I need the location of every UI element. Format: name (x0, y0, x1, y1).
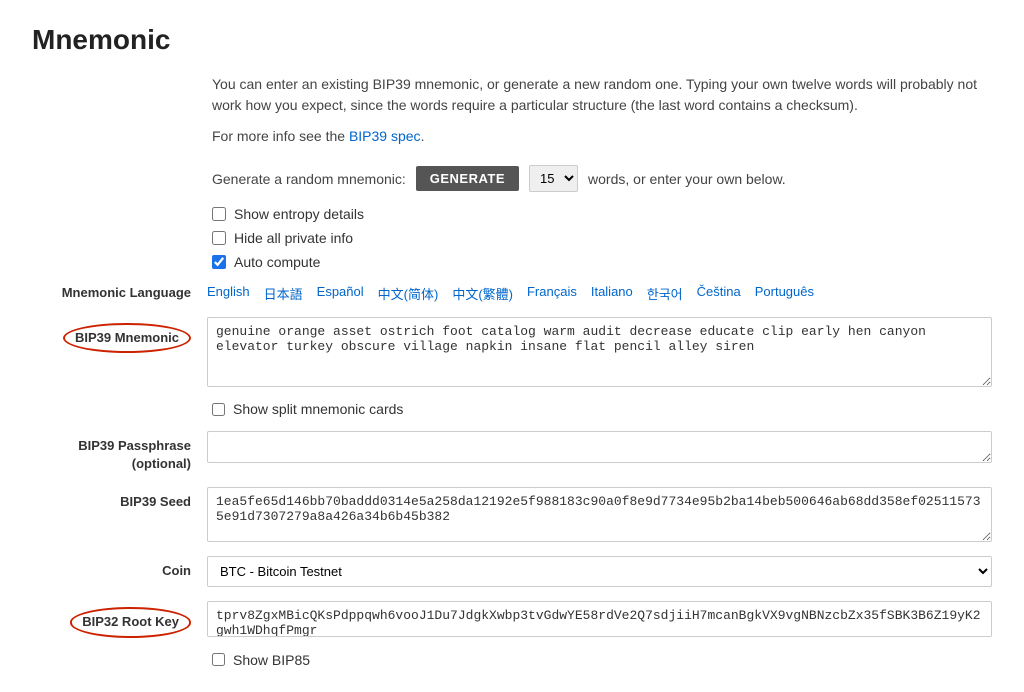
bip32-root-key-label: BIP32 Root Key (70, 607, 191, 637)
show-bip85-label[interactable]: Show BIP85 (233, 652, 310, 668)
bip39-passphrase-label: BIP39 Passphrase (78, 437, 191, 455)
coin-row: Coin BTC - Bitcoin Testnet (32, 556, 992, 587)
description-para2: For more info see the BIP39 spec. (212, 126, 992, 147)
lang-chinese-simplified[interactable]: 中文(简体) (378, 284, 439, 303)
show-entropy-checkbox[interactable] (212, 207, 226, 221)
language-links: English 日本語 Español 中文(简体) 中文(繁體) França… (207, 284, 814, 303)
auto-compute-checkbox[interactable] (212, 255, 226, 269)
bip39-mnemonic-row: BIP39 Mnemonic (32, 317, 992, 387)
words-after-label: words, or enter your own below. (588, 171, 786, 187)
bip39-spec-link[interactable]: BIP39 spec (349, 128, 421, 144)
lang-czech[interactable]: Čeština (697, 284, 741, 303)
hide-private-row: Hide all private info (212, 230, 992, 246)
hide-private-label[interactable]: Hide all private info (234, 230, 353, 246)
bip39-passphrase-optional: (optional) (132, 455, 191, 473)
description-para1: You can enter an existing BIP39 mnemonic… (212, 74, 992, 116)
bip39-mnemonic-label-wrapper: BIP39 Mnemonic (32, 317, 207, 353)
bip39-seed-input[interactable] (207, 487, 992, 542)
show-split-checkbox[interactable] (212, 403, 225, 416)
page-title: Mnemonic (32, 24, 992, 56)
bip39-mnemonic-label: BIP39 Mnemonic (63, 323, 191, 353)
bip39-passphrase-row: BIP39 Passphrase (optional) (32, 431, 992, 473)
show-split-row: Show split mnemonic cards (212, 401, 992, 417)
show-bip85-row: Show BIP85 (212, 652, 992, 668)
description-text: You can enter an existing BIP39 mnemonic… (212, 74, 992, 147)
generate-button[interactable]: GENERATE (416, 166, 519, 191)
show-bip85-checkbox[interactable] (212, 653, 225, 666)
lang-english[interactable]: English (207, 284, 250, 303)
language-row: Mnemonic Language English 日本語 Español 中文… (32, 284, 992, 303)
lang-korean[interactable]: 한국어 (647, 284, 683, 303)
bip39-seed-row: BIP39 Seed (32, 487, 992, 542)
lang-french[interactable]: Français (527, 284, 577, 303)
show-split-label[interactable]: Show split mnemonic cards (233, 401, 403, 417)
bip39-seed-label: BIP39 Seed (32, 487, 207, 511)
lang-spanish[interactable]: Español (317, 284, 364, 303)
lang-chinese-traditional[interactable]: 中文(繁體) (452, 284, 513, 303)
coin-label: Coin (32, 556, 207, 580)
bip32-root-key-input[interactable] (207, 601, 992, 637)
lang-italian[interactable]: Italiano (591, 284, 633, 303)
generate-row: Generate a random mnemonic: GENERATE 3 6… (212, 165, 992, 192)
show-entropy-label[interactable]: Show entropy details (234, 206, 364, 222)
bip39-passphrase-label-wrapper: BIP39 Passphrase (optional) (32, 431, 207, 473)
bip32-root-key-row: BIP32 Root Key (32, 601, 992, 637)
auto-compute-row: Auto compute (212, 254, 992, 270)
generate-label: Generate a random mnemonic: (212, 171, 406, 187)
coin-select[interactable]: BTC - Bitcoin Testnet (207, 556, 992, 587)
bip32-root-key-label-wrapper: BIP32 Root Key (32, 601, 207, 637)
words-count-select[interactable]: 3 6 9 12 15 18 21 24 (529, 165, 578, 192)
lang-japanese[interactable]: 日本語 (264, 284, 303, 303)
bip39-passphrase-input[interactable] (207, 431, 992, 463)
bip39-mnemonic-input[interactable] (207, 317, 992, 387)
auto-compute-label[interactable]: Auto compute (234, 254, 320, 270)
mnemonic-language-label: Mnemonic Language (32, 284, 207, 302)
lang-portuguese[interactable]: Português (755, 284, 814, 303)
show-entropy-row: Show entropy details (212, 206, 992, 222)
hide-private-checkbox[interactable] (212, 231, 226, 245)
